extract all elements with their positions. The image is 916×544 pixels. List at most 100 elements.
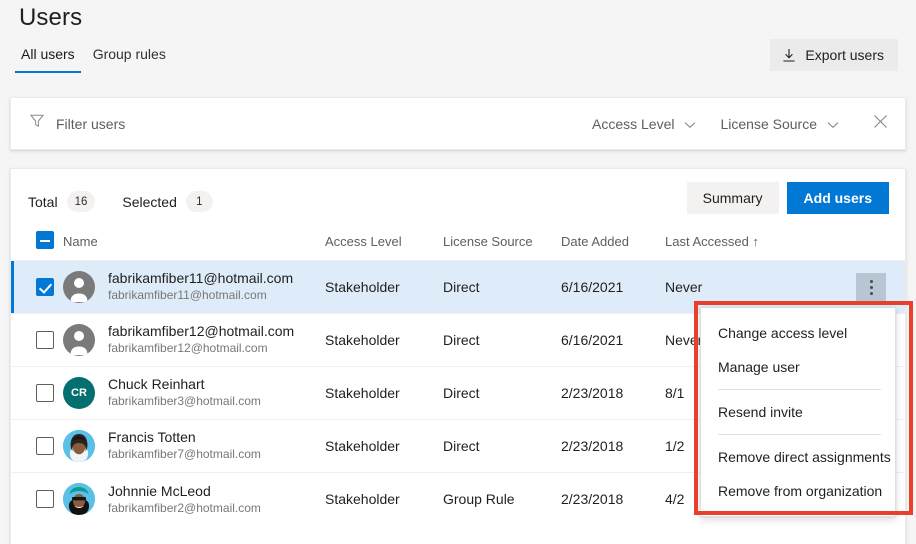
user-email: fabrikamfiber2@hotmail.com — [108, 501, 261, 516]
tab-bar: All users Group rules — [15, 44, 172, 73]
avatar — [63, 271, 95, 303]
access-level-filter-label: Access Level — [592, 116, 674, 132]
avatar — [63, 430, 95, 462]
access-level-filter[interactable]: Access Level — [580, 110, 708, 138]
user-access-level: Stakeholder — [325, 367, 443, 420]
column-header-name[interactable]: Name — [63, 231, 325, 261]
column-header-date-added[interactable]: Date Added — [561, 231, 665, 261]
filter-controls: Access Level License Source — [580, 107, 905, 141]
tab-group-rules-label: Group rules — [93, 46, 166, 62]
context-menu-item[interactable]: Manage user — [701, 350, 895, 384]
users-table-header: Name Access Level License Source Date Ad… — [11, 231, 905, 261]
filter-input-group[interactable]: Filter users — [11, 113, 580, 134]
user-date-added: 6/16/2021 — [561, 261, 665, 314]
user-access-level: Stakeholder — [325, 261, 443, 314]
row-select-cell — [11, 314, 63, 367]
context-menu-item[interactable]: Resend invite — [701, 395, 895, 429]
column-header-last-accessed[interactable]: Last Accessed ↑ — [665, 231, 795, 261]
user-name-cell: Francis Tottenfabrikamfiber7@hotmail.com — [63, 420, 325, 473]
user-display-name: Francis Totten — [108, 429, 261, 447]
user-name-cell: Johnnie McLeodfabrikamfiber2@hotmail.com — [63, 473, 325, 526]
select-all-header — [11, 231, 63, 261]
row-select-checkbox[interactable] — [36, 278, 54, 296]
user-date-added: 6/16/2021 — [561, 314, 665, 367]
context-menu-item[interactable]: Remove from organization — [701, 474, 895, 508]
export-users-button[interactable]: Export users — [770, 39, 898, 71]
column-header-access-level[interactable]: Access Level — [325, 231, 443, 261]
license-source-filter[interactable]: License Source — [708, 110, 851, 138]
user-access-level: Stakeholder — [325, 420, 443, 473]
user-name-cell: fabrikamfiber12@hotmail.comfabrikamfiber… — [63, 314, 325, 367]
user-license-source: Direct — [443, 367, 561, 420]
user-display-name: Chuck Reinhart — [108, 376, 261, 394]
tab-group-rules[interactable]: Group rules — [87, 44, 172, 73]
user-name-cell: CR Chuck Reinhartfabrikamfiber3@hotmail.c… — [63, 367, 325, 420]
selected-count-badge: 1 — [186, 191, 213, 212]
avatar — [63, 483, 95, 515]
row-select-checkbox[interactable] — [36, 384, 54, 402]
column-header-last-accessed-label: Last Accessed — [665, 234, 749, 249]
context-menu-item[interactable]: Remove direct assignments — [701, 440, 895, 474]
add-users-button[interactable]: Add users — [787, 182, 889, 214]
users-page: Users All users Group rules Export users… — [0, 0, 916, 544]
chevron-down-icon — [684, 116, 696, 132]
export-users-label: Export users — [805, 47, 884, 63]
avatar — [63, 324, 95, 356]
user-last-accessed: Never — [665, 261, 795, 314]
row-select-checkbox[interactable] — [36, 331, 54, 349]
column-header-actions — [795, 231, 905, 261]
user-license-source: Group Rule — [443, 473, 561, 526]
page-title: Users — [19, 4, 82, 32]
user-license-source: Direct — [443, 261, 561, 314]
chevron-down-icon — [827, 116, 839, 132]
more-vertical-icon[interactable] — [856, 273, 886, 301]
users-toolbar: Total 16 Selected 1 Summary Add users — [11, 169, 905, 231]
user-license-source: Direct — [443, 314, 561, 367]
select-all-checkbox[interactable] — [36, 231, 54, 249]
row-select-cell — [11, 367, 63, 420]
column-header-license-source[interactable]: License Source — [443, 231, 561, 261]
clear-filters-button[interactable] — [863, 107, 897, 141]
user-display-name: fabrikamfiber12@hotmail.com — [108, 323, 294, 341]
user-display-name: Johnnie McLeod — [108, 483, 261, 501]
filter-users-input[interactable]: Filter users — [56, 116, 125, 132]
row-select-cell — [11, 473, 63, 526]
context-menu-separator — [718, 389, 881, 390]
user-display-name: fabrikamfiber11@hotmail.com — [108, 270, 293, 288]
summary-button[interactable]: Summary — [687, 182, 779, 214]
close-icon — [873, 114, 888, 134]
context-menu-separator — [718, 434, 881, 435]
total-label: Total — [28, 194, 58, 210]
row-actions-cell — [795, 261, 905, 314]
user-name-cell: fabrikamfiber11@hotmail.comfabrikamfiber… — [63, 261, 325, 314]
row-select-cell — [11, 420, 63, 473]
filter-bar: Filter users Access Level License Source — [10, 97, 906, 150]
funnel-icon — [29, 113, 45, 134]
user-access-level: Stakeholder — [325, 314, 443, 367]
tab-all-users[interactable]: All users — [15, 44, 81, 73]
toolbar-buttons: Summary Add users — [687, 182, 889, 214]
selected-label: Selected — [122, 194, 176, 210]
tab-all-users-label: All users — [21, 46, 75, 62]
context-menu-item[interactable]: Change access level — [701, 316, 895, 350]
total-count-badge: 16 — [67, 191, 96, 212]
row-select-checkbox[interactable] — [36, 490, 54, 508]
user-email: fabrikamfiber11@hotmail.com — [108, 288, 293, 303]
avatar: CR — [63, 377, 95, 409]
counts-group: Total 16 Selected 1 — [28, 191, 213, 212]
user-date-added: 2/23/2018 — [561, 367, 665, 420]
license-source-filter-label: License Source — [720, 116, 817, 132]
user-email: fabrikamfiber3@hotmail.com — [108, 394, 261, 409]
user-email: fabrikamfiber7@hotmail.com — [108, 447, 261, 462]
user-license-source: Direct — [443, 420, 561, 473]
user-date-added: 2/23/2018 — [561, 420, 665, 473]
user-access-level: Stakeholder — [325, 473, 443, 526]
table-row[interactable]: fabrikamfiber11@hotmail.comfabrikamfiber… — [11, 261, 905, 314]
user-email: fabrikamfiber12@hotmail.com — [108, 341, 294, 356]
row-select-checkbox[interactable] — [36, 437, 54, 455]
sort-ascending-icon: ↑ — [752, 234, 759, 249]
row-select-cell — [11, 261, 63, 314]
row-context-menu: Change access levelManage user Resend inv… — [700, 307, 896, 517]
user-date-added: 2/23/2018 — [561, 473, 665, 526]
download-icon — [782, 48, 796, 63]
